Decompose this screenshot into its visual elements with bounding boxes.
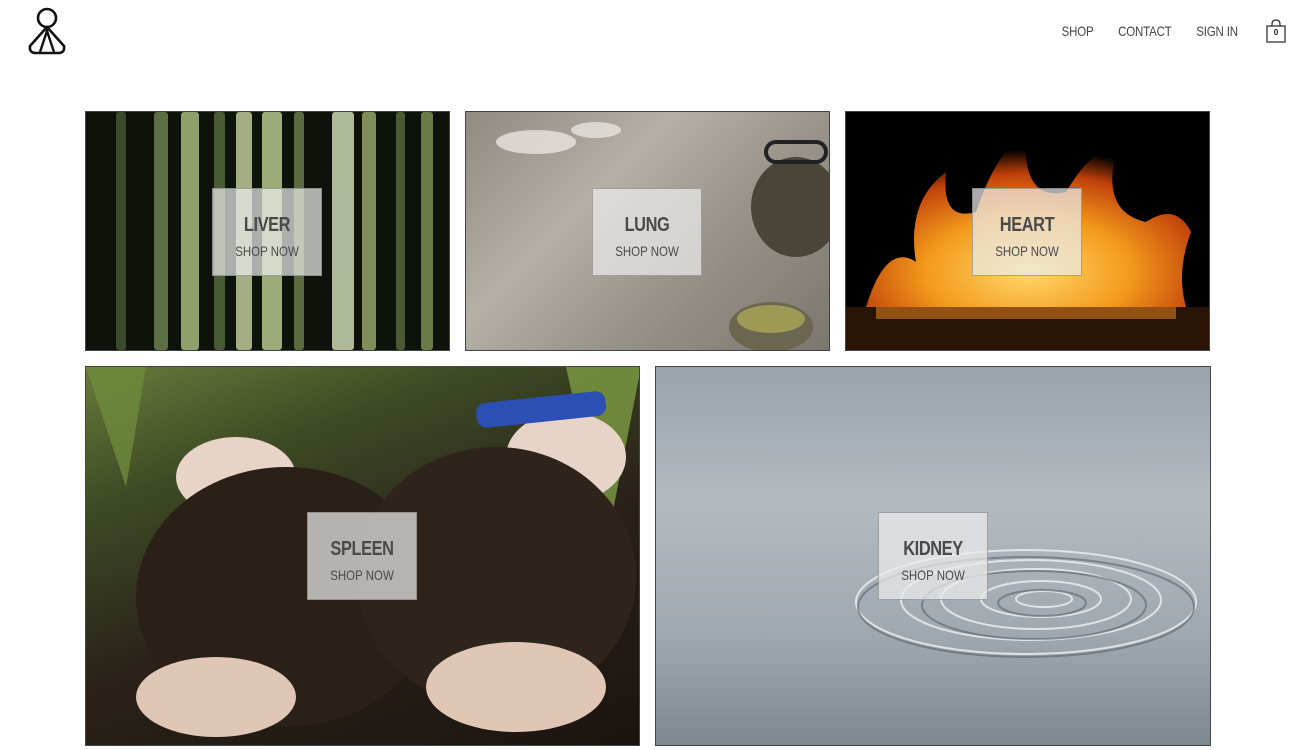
tile-label: HEART SHOP NOW [972,188,1082,276]
category-tile-liver[interactable]: LIVER SHOP NOW [85,111,450,351]
shop-now-link[interactable]: SHOP NOW [889,567,978,583]
logo[interactable] [26,6,68,56]
tile-label: SPLEEN SHOP NOW [307,512,417,600]
tile-title: LIVER [243,214,291,236]
tile-label: LUNG SHOP NOW [592,188,702,276]
category-tile-heart[interactable]: HEART SHOP NOW [845,111,1210,351]
nav-sign-in[interactable]: SIGN IN [1196,20,1238,42]
tile-title: SPLEEN [330,538,394,560]
category-tile-spleen[interactable]: SPLEEN SHOP NOW [85,366,640,746]
tile-label: LIVER SHOP NOW [212,188,322,276]
shop-now-link[interactable]: SHOP NOW [223,243,312,259]
tile-label: KIDNEY SHOP NOW [878,512,988,600]
tile-title: KIDNEY [903,538,963,560]
cart-button[interactable]: 0 [1266,19,1286,43]
cart-count: 0 [1273,28,1279,37]
shop-now-link[interactable]: SHOP NOW [603,243,692,259]
person-logo-icon [28,7,66,55]
nav-contact[interactable]: CONTACT [1118,20,1172,42]
main-nav: SHOP CONTACT SIGN IN [1062,20,1238,42]
nav-shop[interactable]: SHOP [1062,20,1094,42]
page: SHOP CONTACT SIGN IN 0 LIVER SHOP NOW LU… [0,0,1308,750]
tile-title: HEART [999,214,1055,236]
shop-now-link[interactable]: SHOP NOW [318,567,407,583]
shop-now-link[interactable]: SHOP NOW [983,243,1072,259]
tile-title: LUNG [624,214,670,236]
category-tile-kidney[interactable]: KIDNEY SHOP NOW [655,366,1211,746]
category-tile-lung[interactable]: LUNG SHOP NOW [465,111,830,351]
